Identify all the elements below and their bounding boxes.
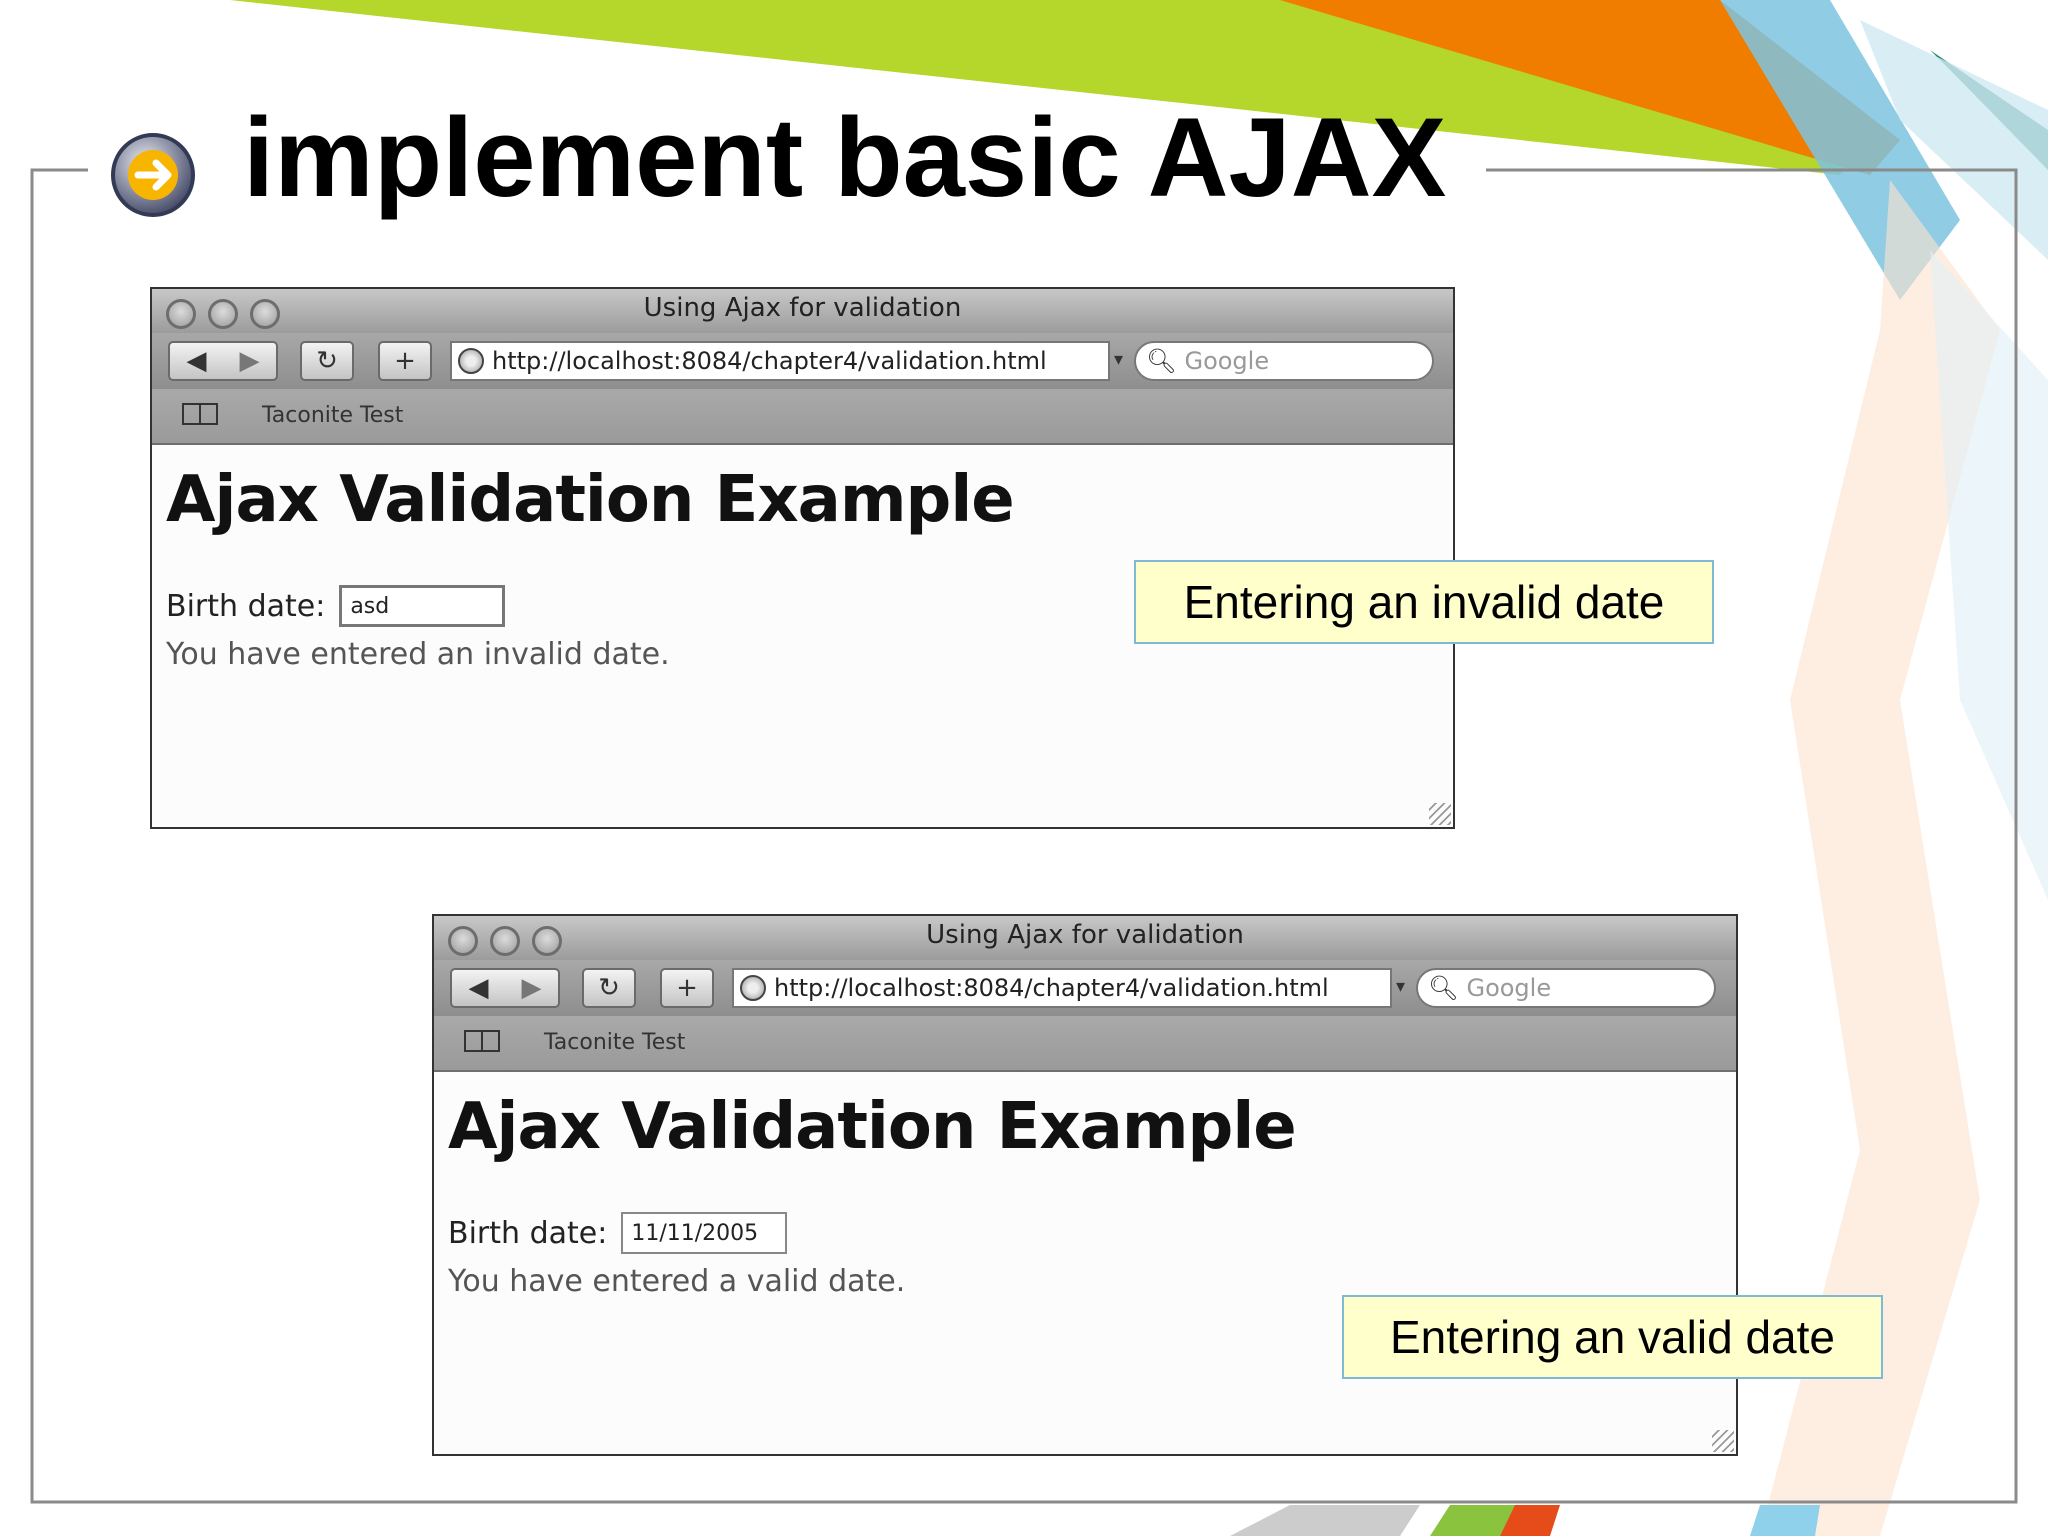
plus-icon: + (394, 346, 416, 376)
window-title: Using Ajax for validation (926, 920, 1244, 950)
window-titlebar: Using Ajax for validation (434, 916, 1736, 960)
reload-button[interactable]: ↻ (300, 341, 354, 381)
back-forward-buttons[interactable]: ◀ ▶ (450, 968, 560, 1008)
search-icon: 🔍︎ (1146, 347, 1177, 375)
address-bar[interactable]: http://localhost:8084/chapter4/validatio… (450, 341, 1110, 381)
resize-grip-icon[interactable] (1429, 803, 1451, 825)
address-bar[interactable]: http://localhost:8084/chapter4/validatio… (732, 968, 1392, 1008)
browser-toolbar: ◀ ▶ ↻ + http://localhost:8084/chapter4/v… (152, 333, 1453, 389)
window-title: Using Ajax for validation (643, 293, 962, 323)
birth-date-value: asd (350, 593, 390, 619)
callout-valid-date: Entering an valid date (1342, 1295, 1883, 1379)
globe-icon (740, 975, 766, 1001)
page-heading: Ajax Validation Example (166, 463, 1015, 537)
browser-window-invalid: Using Ajax for validation ◀ ▶ ↻ + http:/… (150, 287, 1455, 829)
add-bookmark-button[interactable]: + (660, 968, 714, 1008)
search-icon: 🔍︎ (1428, 974, 1459, 1002)
back-arrow-icon[interactable]: ◀ (469, 973, 489, 1003)
bookmark-item[interactable]: Taconite Test (544, 1030, 685, 1055)
globe-icon (458, 348, 484, 374)
birth-date-input[interactable]: asd (339, 585, 506, 627)
bookmarks-bar: Taconite Test (152, 389, 1453, 445)
window-titlebar: Using Ajax for validation (152, 289, 1453, 333)
search-field[interactable]: 🔍︎ Google (1134, 341, 1434, 381)
callout-invalid-date: Entering an invalid date (1134, 560, 1714, 644)
bottom-gray-stripe (1230, 1505, 1420, 1536)
address-url: http://localhost:8084/chapter4/validatio… (774, 974, 1329, 1002)
plus-icon: + (676, 973, 698, 1003)
validation-message: You have entered an invalid date. (166, 637, 670, 672)
search-field[interactable]: 🔍︎ Google (1416, 968, 1716, 1008)
bookmarks-book-icon[interactable] (182, 403, 218, 425)
birth-date-input[interactable]: 11/11/2005 (621, 1212, 788, 1254)
birth-date-label: Birth date: (166, 588, 326, 624)
back-arrow-icon[interactable]: ◀ (187, 346, 207, 376)
address-dropdown-icon[interactable]: ▾ (1396, 976, 1405, 997)
reload-icon: ↻ (598, 973, 620, 1003)
birth-date-label: Birth date: (448, 1215, 608, 1251)
browser-toolbar: ◀ ▶ ↻ + http://localhost:8084/chapter4/v… (434, 960, 1736, 1016)
back-forward-buttons[interactable]: ◀ ▶ (168, 341, 278, 381)
add-bookmark-button[interactable]: + (378, 341, 432, 381)
slide-title: implement basic AJAX (243, 95, 1447, 220)
arrow-bullet-icon (111, 133, 195, 217)
validation-message: You have entered a valid date. (448, 1264, 906, 1299)
birth-date-row: Birth date: 11/11/2005 (448, 1212, 788, 1254)
resize-grip-icon[interactable] (1712, 1430, 1734, 1452)
birth-date-value: 11/11/2005 (631, 1220, 759, 1246)
bookmark-item[interactable]: Taconite Test (262, 403, 403, 428)
address-dropdown-icon[interactable]: ▾ (1114, 349, 1123, 370)
page-heading: Ajax Validation Example (448, 1090, 1297, 1164)
page-content: Ajax Validation Example Birth date: 11/1… (448, 1070, 1722, 1454)
bookmarks-bar: Taconite Test (434, 1016, 1736, 1072)
bottom-blue-stripe (1750, 1505, 1820, 1536)
address-url: http://localhost:8084/chapter4/validatio… (492, 347, 1047, 375)
bookmarks-book-icon[interactable] (464, 1030, 500, 1052)
forward-arrow-icon[interactable]: ▶ (522, 973, 542, 1003)
search-placeholder: Google (1184, 347, 1270, 375)
search-placeholder: Google (1466, 974, 1552, 1002)
forward-arrow-icon[interactable]: ▶ (240, 346, 260, 376)
reload-button[interactable]: ↻ (582, 968, 636, 1008)
reload-icon: ↻ (316, 346, 338, 376)
birth-date-row: Birth date: asd (166, 585, 506, 627)
faint-blue-band (1930, 250, 2048, 900)
